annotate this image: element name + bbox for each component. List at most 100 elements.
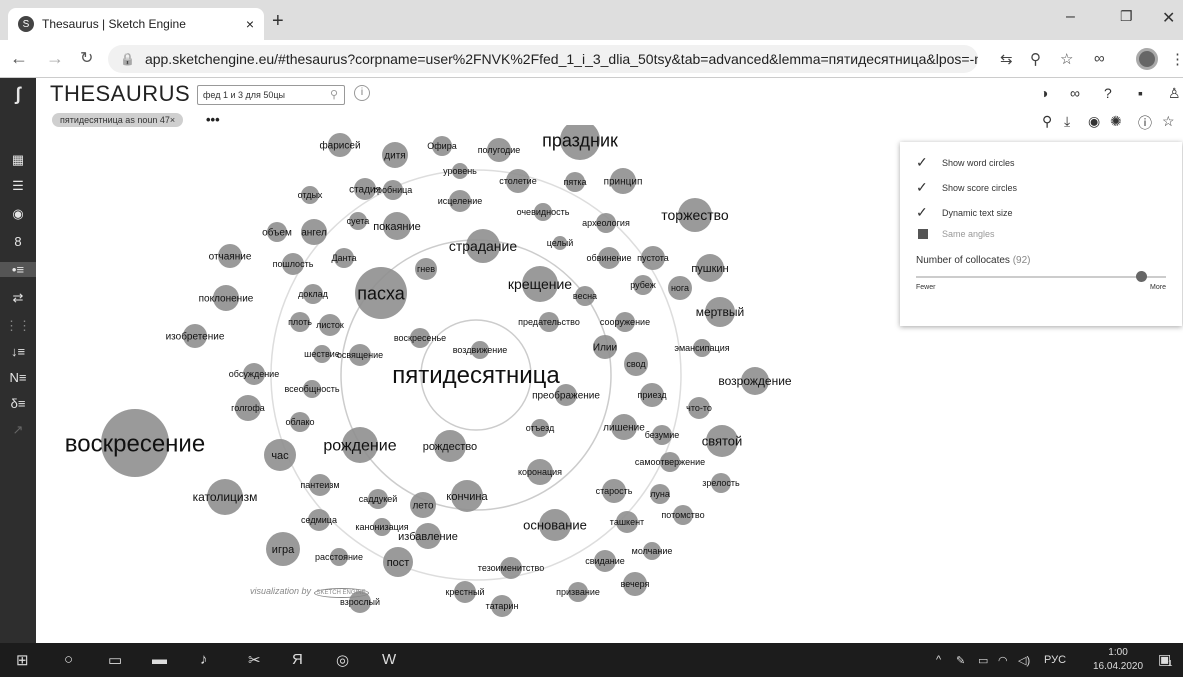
word-node[interactable]: всеобщность bbox=[284, 380, 340, 398]
download-icon[interactable]: ⤓ bbox=[1064, 113, 1070, 130]
search-icon[interactable]: ○ bbox=[64, 651, 73, 668]
word-label[interactable]: отъезд bbox=[526, 423, 555, 433]
word-node[interactable]: молчание bbox=[632, 542, 673, 560]
word-node[interactable]: фарисей bbox=[319, 133, 361, 157]
word-node[interactable]: пятка bbox=[563, 172, 587, 192]
word-node[interactable]: вечеря bbox=[621, 572, 650, 596]
word-node[interactable]: весна bbox=[573, 286, 597, 306]
same-angles-option[interactable]: Same angles bbox=[916, 229, 995, 239]
word-node[interactable]: Илии bbox=[593, 335, 617, 359]
corpus-selector[interactable]: фед 1 и 3 для 50цы ⚲ bbox=[197, 85, 345, 105]
word-label[interactable]: коронация bbox=[518, 467, 562, 477]
word-node[interactable]: лишение bbox=[603, 414, 645, 440]
word-node[interactable]: целый bbox=[547, 236, 574, 250]
word-label[interactable]: очевидность bbox=[517, 207, 570, 217]
word-label[interactable]: археология bbox=[582, 218, 630, 228]
word-node[interactable]: сооружение bbox=[600, 312, 650, 332]
word-node[interactable]: голгофа bbox=[231, 395, 265, 421]
word-node[interactable]: игра bbox=[266, 532, 300, 566]
word-node[interactable]: зрелость bbox=[702, 473, 740, 493]
word-node[interactable]: торжество bbox=[661, 198, 729, 232]
word-node[interactable]: пошлость bbox=[273, 253, 314, 275]
search-icon[interactable]: ⚲ bbox=[330, 88, 338, 101]
bookmark-star-icon[interactable]: ☆ bbox=[1060, 50, 1073, 68]
word-label[interactable]: игра bbox=[272, 544, 295, 556]
word-label[interactable]: преображение bbox=[532, 390, 600, 402]
word-label[interactable]: тезоименитство bbox=[478, 563, 544, 573]
word-node[interactable]: свод bbox=[624, 352, 648, 376]
zoom-icon[interactable]: ⚲ bbox=[1030, 50, 1041, 68]
word-label[interactable]: потомство bbox=[661, 510, 704, 520]
word-node[interactable]: рождество bbox=[423, 430, 477, 462]
word-node[interactable]: возрождение bbox=[718, 367, 792, 395]
word-label[interactable]: безумие bbox=[645, 430, 680, 440]
word-label[interactable]: листок bbox=[316, 320, 344, 330]
word-node[interactable]: очевидность bbox=[517, 203, 570, 221]
word-label[interactable]: отчаяние bbox=[209, 252, 252, 263]
word-node[interactable]: призвание bbox=[556, 582, 600, 602]
word-node[interactable]: отъезд bbox=[526, 419, 555, 437]
pen-icon[interactable]: ✎ bbox=[956, 654, 965, 667]
sketch-engine-logo-icon[interactable]: ʃ bbox=[0, 84, 36, 105]
word-node[interactable]: ангел bbox=[301, 219, 327, 245]
word-label[interactable]: пантеизм bbox=[300, 480, 339, 490]
word-label[interactable]: рубеж bbox=[630, 280, 655, 290]
word-label[interactable]: плоть bbox=[288, 317, 312, 327]
feedback-icon[interactable]: ▪ bbox=[1138, 85, 1143, 101]
word-label[interactable]: пушкин bbox=[691, 263, 728, 275]
clock[interactable]: 1:00 16.04.2020 bbox=[1093, 646, 1143, 674]
word-label[interactable]: гнев bbox=[417, 264, 435, 274]
word-label[interactable]: пятка bbox=[563, 177, 586, 187]
word-node[interactable]: отчаяние bbox=[209, 244, 252, 268]
word-label[interactable]: католицизм bbox=[193, 490, 258, 504]
word-node[interactable]: пасха bbox=[355, 267, 407, 319]
slider-handle[interactable] bbox=[1136, 271, 1147, 282]
app-icon[interactable]: ♪ bbox=[200, 651, 208, 668]
word-label[interactable]: принцип bbox=[604, 177, 643, 188]
word-label[interactable]: что-то bbox=[686, 403, 712, 413]
word-label[interactable]: возрождение bbox=[718, 374, 792, 388]
word-label[interactable]: крещение bbox=[508, 276, 572, 292]
windows-start-icon[interactable]: ⊞ bbox=[16, 651, 29, 669]
show-word-circles-option[interactable]: ✓ Show word circles bbox=[916, 154, 1015, 171]
word-label[interactable]: исцеление bbox=[438, 196, 483, 206]
word-label[interactable]: обсуждение bbox=[229, 369, 279, 379]
translate-icon[interactable]: ⇆ bbox=[1000, 50, 1013, 68]
word-node[interactable]: седмица bbox=[301, 509, 337, 531]
word-label[interactable]: пустота bbox=[637, 253, 669, 263]
word-label[interactable]: рождение bbox=[323, 438, 396, 455]
collocates-slider[interactable] bbox=[916, 271, 1166, 282]
word-label[interactable]: эмансипация bbox=[674, 343, 729, 353]
word-node[interactable]: час bbox=[264, 439, 296, 471]
word-label[interactable]: покаяние bbox=[373, 221, 421, 233]
word-icon[interactable]: W bbox=[382, 651, 396, 668]
word-label[interactable]: приезд bbox=[638, 390, 668, 400]
word-node[interactable]: плоть bbox=[288, 312, 312, 332]
wifi-icon[interactable]: ◠ bbox=[998, 654, 1008, 667]
word-node[interactable]: ташкент bbox=[610, 511, 644, 533]
word-label[interactable]: час bbox=[271, 450, 289, 462]
word-node[interactable]: воздвижение bbox=[453, 341, 508, 359]
word-node[interactable]: обвинение bbox=[587, 247, 632, 269]
trends-icon[interactable]: ↗ bbox=[0, 422, 36, 438]
word-label[interactable]: весна bbox=[573, 291, 597, 301]
word-node[interactable]: изобретение bbox=[166, 324, 225, 348]
word-node[interactable]: археология bbox=[582, 213, 630, 233]
word-node[interactable]: рубеж bbox=[630, 275, 656, 295]
word-node[interactable]: воскресение bbox=[65, 409, 205, 477]
word-node[interactable]: свидание bbox=[585, 550, 625, 572]
word-label[interactable]: доклад bbox=[298, 289, 329, 299]
task-view-icon[interactable]: ▭ bbox=[108, 651, 122, 669]
word-node[interactable]: гнев bbox=[415, 258, 437, 280]
word-node[interactable]: пустота bbox=[637, 246, 669, 270]
word-label[interactable]: зрелость bbox=[702, 478, 740, 488]
word-label[interactable]: крестный bbox=[445, 587, 484, 597]
corpus-info-icon[interactable]: ◑ bbox=[1040, 85, 1048, 101]
word-label[interactable]: отдых bbox=[298, 190, 323, 200]
word-label[interactable]: страдание bbox=[449, 238, 517, 254]
word-node[interactable]: воскресенье bbox=[394, 328, 446, 348]
word-label[interactable]: нога bbox=[671, 283, 689, 293]
yandex-browser-icon[interactable]: Я bbox=[292, 651, 303, 668]
word-label[interactable]: свидание bbox=[585, 556, 625, 566]
word-label[interactable]: обвинение bbox=[587, 253, 632, 263]
